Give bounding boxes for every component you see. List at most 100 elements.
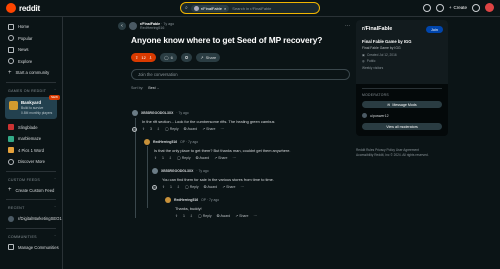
sidebar-create-feed[interactable]: + Create Custom Feed	[0, 185, 62, 197]
more-options-icon[interactable]: ···	[345, 23, 350, 29]
vote-control[interactable]: ⇧ 12 ⇩	[131, 53, 157, 62]
sidebar-item-start-community[interactable]: + Start a community	[0, 67, 62, 79]
sidebar-game-marblemaze[interactable]: marblemaze	[0, 133, 62, 145]
downvote-icon[interactable]: ⇩	[149, 55, 152, 60]
sort-control[interactable]: Sort by: Best ⌄	[118, 86, 350, 90]
collapse-icon[interactable]: ⊖	[152, 184, 157, 190]
sidebar-item-popular[interactable]: Popular	[0, 33, 62, 45]
share-button[interactable]: ↗ Share	[222, 185, 235, 189]
reply-label: Reply	[181, 155, 191, 160]
more-options-icon[interactable]: ···	[241, 185, 245, 189]
share-button[interactable]: ↗ Share	[214, 156, 227, 160]
view-all-moderators-button[interactable]: View all moderators	[362, 123, 442, 130]
commenter-avatar[interactable]	[144, 139, 150, 145]
back-button[interactable]: ‹	[118, 22, 126, 30]
post-author[interactable]: RedHerring516	[140, 26, 174, 30]
explore-icon	[8, 58, 14, 65]
award-button[interactable]: ✪ Award	[196, 156, 210, 160]
more-options-icon[interactable]: ···	[254, 214, 258, 218]
message-mods-button[interactable]: ✉ Message Mods	[362, 101, 442, 108]
popular-icon	[8, 35, 14, 42]
comment-author[interactable]: XB53RGOODGL3XX	[161, 169, 193, 173]
reply-button[interactable]: ◯ Reply	[198, 214, 212, 218]
share-button[interactable]: ↗ Share	[202, 127, 215, 131]
comment-author[interactable]: RedHerring516	[174, 198, 198, 202]
custom-feeds-heading[interactable]: CUSTOM FEEDS ˆ	[0, 175, 62, 185]
join-button[interactable]: Join	[426, 26, 443, 33]
upvote-icon[interactable]: ⇧	[142, 127, 145, 131]
sidebar-manage-communities[interactable]: Manage Communities	[0, 242, 62, 254]
visibility: ◍ Public	[362, 59, 442, 63]
upvote-icon[interactable]: ⇧	[135, 55, 138, 60]
award-button[interactable]: ✪ Award	[184, 127, 198, 131]
share-label: Share	[218, 155, 228, 160]
sidebar-game-4pics[interactable]: 4 Pics 1 Word	[0, 145, 62, 157]
search-input[interactable]: Search in r/FinalFable	[232, 6, 271, 11]
created-label: Created Jul 12, 2016	[367, 52, 397, 57]
sidebar-recent-item[interactable]: r/DigitalMarketingSEO1	[0, 213, 62, 225]
share-button[interactable]: ↗ Share	[235, 214, 248, 218]
create-button[interactable]: + Create	[449, 5, 467, 10]
comments-button[interactable]: ◯ 6	[160, 53, 177, 62]
notifications-icon[interactable]	[472, 3, 480, 12]
award-button[interactable]: ✪	[180, 53, 193, 62]
sidebar-item-label: Home	[18, 24, 30, 30]
footer-links: Reddit Rules Privacy Policy User Agreeme…	[356, 148, 448, 158]
sort-value[interactable]: Best	[148, 86, 155, 90]
reddit-logo[interactable]: reddit	[6, 3, 40, 13]
reply-button[interactable]: ◯ Reply	[185, 185, 199, 189]
downvote-icon[interactable]: ⇩	[157, 127, 160, 131]
top-bar: reddit ⌕ r/FinalFable × Search in r/Fina…	[0, 0, 500, 17]
sidebar-discover-more[interactable]: Discover More	[0, 156, 62, 168]
user-avatar[interactable]	[485, 3, 494, 12]
commenter-avatar[interactable]	[132, 110, 138, 116]
reply-button[interactable]: ◯ Reply	[165, 127, 179, 131]
share-button[interactable]: ↗ Share	[196, 53, 221, 62]
sidebar-item-label: r/DigitalMarketingSEO1	[18, 216, 62, 222]
comment-author[interactable]: RedHerring516	[153, 140, 177, 144]
collapse-icon[interactable]: ⊖	[132, 126, 137, 132]
globe-icon: ◍	[362, 59, 365, 63]
chat-icon[interactable]	[435, 3, 444, 12]
award-button[interactable]: ✪ Award	[217, 214, 231, 218]
upvote-icon[interactable]: ⇧	[175, 214, 178, 218]
community-avatar-icon	[193, 5, 199, 11]
vote-count: 1	[169, 185, 172, 189]
close-icon[interactable]: ×	[224, 6, 226, 11]
game-name: Bankyard	[21, 99, 42, 105]
reply-label: Reply	[202, 213, 212, 218]
chevron-up-icon: ˆ	[54, 234, 56, 239]
plus-icon: +	[448, 5, 452, 10]
moderator-item[interactable]: u/poswer12	[362, 113, 442, 118]
more-options-icon[interactable]: ···	[221, 127, 225, 131]
more-options-icon[interactable]: ···	[233, 156, 237, 160]
comment-body: Is that the only place to get them? But …	[154, 147, 291, 153]
upvote-icon[interactable]: ⇧	[154, 156, 157, 160]
commenter-avatar[interactable]	[152, 168, 158, 174]
top-right-actions: + Create	[422, 3, 494, 12]
sidebar-item-home[interactable]: Home	[0, 21, 62, 33]
downvote-icon[interactable]: ⇩	[190, 214, 193, 218]
search-bar[interactable]: ⌕ r/FinalFable × Search in r/FinalFable	[180, 2, 320, 14]
subreddit-avatar[interactable]	[129, 22, 137, 30]
sidebar-game-slingblade[interactable]: Slingblade	[0, 122, 62, 134]
downvote-icon[interactable]: ⇩	[177, 185, 180, 189]
share-label: Share	[226, 185, 236, 189]
recent-heading[interactable]: RECENT ˆ	[0, 203, 62, 213]
community-search-chip[interactable]: r/FinalFable ×	[190, 4, 230, 12]
downvote-icon[interactable]: ⇩	[169, 156, 172, 160]
sidebar-item-news[interactable]: News	[0, 44, 62, 56]
sidebar-item-label: Slingblade	[18, 124, 38, 130]
comment-author[interactable]: XB53RGOODGL3XX	[141, 111, 173, 115]
upvote-icon[interactable]: ⇧	[162, 185, 165, 189]
comment-input[interactable]: Join the conversation	[131, 69, 350, 80]
reply-button[interactable]: ◯ Reply	[177, 156, 191, 160]
left-sidebar: Home Popular News Explore + Start a comm…	[0, 17, 63, 269]
featured-game-card[interactable]: Bankyard Build to survive 0.8M monthly p…	[5, 94, 60, 119]
sidebar-item-explore[interactable]: Explore	[0, 56, 62, 68]
commenter-avatar[interactable]	[165, 197, 171, 203]
communities-heading[interactable]: COMMUNITIES ˆ	[0, 232, 62, 242]
award-button[interactable]: ✪ Award	[204, 185, 218, 189]
comment: RedHerring516 OP · 7y ago Is that the on…	[144, 139, 349, 160]
advertise-icon[interactable]	[422, 3, 431, 12]
